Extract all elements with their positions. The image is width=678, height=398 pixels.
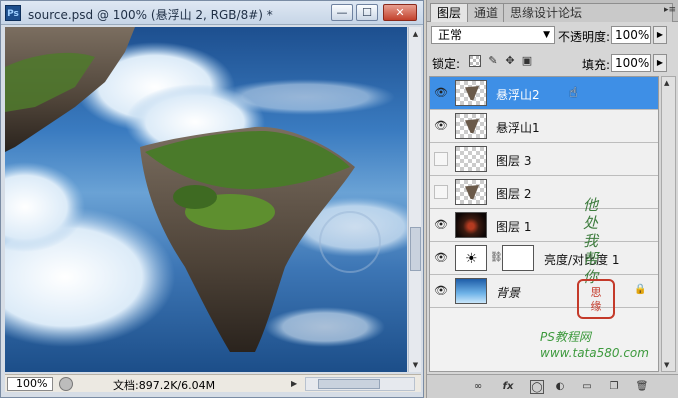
vertical-scrollbar[interactable]: ▲ ▼ (408, 27, 421, 372)
visibility-toggle-off[interactable] (434, 185, 448, 199)
opacity-slider-arrow-icon[interactable]: ▶ (653, 26, 667, 44)
opacity-field[interactable]: 100% (611, 26, 651, 44)
lock-transparency-icon[interactable] (469, 55, 481, 67)
fill-label: 填充: (582, 58, 611, 72)
adjustment-layer-icon: ☀ (455, 245, 487, 271)
tab-forum[interactable]: 思缘设计论坛 (503, 3, 673, 22)
layer-row[interactable]: 图层 3 (430, 143, 658, 176)
layer-list: 👁 悬浮山2 ☝ 👁 悬浮山1 图层 3 图层 2 👁 图层 1 👁 ☀ ⛓ 亮… (429, 76, 659, 372)
new-group-folder-icon[interactable]: ▭ (580, 380, 594, 394)
opacity-label: 不透明度: (558, 30, 611, 44)
visibility-toggle-off[interactable] (434, 152, 448, 166)
layer-name: 图层 1 (496, 220, 532, 234)
blend-mode-value: 正常 (438, 28, 463, 42)
layer-style-fx-icon[interactable]: fx (501, 380, 515, 394)
seal-stamp: 思 缘 (577, 279, 615, 319)
layer-list-scrollbar[interactable]: ▲ ▼ (661, 76, 676, 372)
scroll-down-icon[interactable]: ▼ (410, 359, 421, 371)
close-button[interactable]: ✕ (383, 4, 417, 21)
locked-layer-icon: 🔒 (634, 284, 647, 295)
horizontal-scrollbar[interactable] (305, 377, 415, 391)
layers-panel-footer: ∞ fx ◯ ◐ ▭ ❐ 🗑 (427, 374, 678, 398)
site-name: PS教程网 (540, 330, 591, 344)
status-menu-arrow-icon[interactable]: ▶ (291, 377, 303, 391)
delete-layer-trash-icon[interactable]: 🗑 (635, 380, 649, 394)
visibility-eye-icon[interactable]: 👁 (432, 249, 450, 267)
zoom-level-field[interactable]: 100% (7, 377, 53, 391)
image-canvas[interactable] (5, 27, 407, 372)
layer-name: 背景 (496, 286, 521, 300)
layer-thumbnail (455, 80, 487, 106)
status-bar: 100% 文档:897.2K/6.04M ▶ (5, 374, 421, 392)
status-info-icon[interactable] (59, 377, 73, 391)
layer-row[interactable]: 图层 2 (430, 176, 658, 209)
layer-name: 悬浮山1 (496, 121, 540, 135)
fill-slider-arrow-icon[interactable]: ▶ (653, 54, 667, 72)
panel-menu-icon[interactable]: ▸≡ (664, 5, 676, 15)
layer-row[interactable]: 👁 悬浮山2 ☝ (430, 77, 658, 110)
lock-pixels-brush-icon[interactable]: ✎ (487, 55, 499, 67)
site-watermark: PS教程网 www.tata580.com (540, 329, 649, 361)
layer-row[interactable]: 👁 图层 1 (430, 209, 658, 242)
photoshop-app-icon: Ps (5, 5, 21, 21)
mask-link-chain-icon[interactable]: ⛓ (490, 252, 503, 263)
visibility-eye-icon[interactable]: 👁 (432, 84, 450, 102)
layer-name: 亮度/对比度 1 (544, 253, 620, 267)
layer-row[interactable]: 👁 悬浮山1 (430, 110, 658, 143)
layer-thumbnail (455, 146, 487, 172)
horizontal-scroll-thumb[interactable] (318, 379, 380, 389)
scroll-up-icon[interactable]: ▲ (664, 79, 669, 87)
new-layer-icon[interactable]: ❐ (607, 380, 621, 394)
handwritten-watermark: 他 处 我 帮 你 (583, 196, 599, 286)
panel-tab-bar: 图层 通道 思缘设计论坛 ▸≡ (427, 0, 678, 22)
lock-label: 锁定: (432, 57, 461, 71)
scroll-up-icon[interactable]: ▲ (410, 28, 421, 40)
vertical-scroll-thumb[interactable] (410, 227, 421, 271)
tab-layers[interactable]: 图层 (430, 3, 469, 22)
add-mask-icon[interactable]: ◯ (530, 380, 544, 394)
layer-thumbnail (455, 179, 487, 205)
floating-mountain-artwork (5, 27, 407, 353)
scroll-down-icon[interactable]: ▼ (664, 361, 669, 369)
layer-name: 图层 2 (496, 187, 532, 201)
layer-name: 图层 3 (496, 154, 532, 168)
link-layers-icon[interactable]: ∞ (471, 380, 485, 394)
layer-name: 悬浮山2 (496, 88, 540, 102)
blend-mode-select[interactable]: 正常 ▼ (431, 26, 555, 44)
layer-thumbnail (455, 113, 487, 139)
document-window: Ps source.psd @ 100% (悬浮山 2, RGB/8#) * —… (0, 0, 424, 398)
maximize-button[interactable]: ☐ (356, 4, 378, 21)
adjustment-layer-icon[interactable]: ◐ (553, 380, 567, 394)
layer-thumbnail (455, 278, 487, 304)
fill-field[interactable]: 100% (611, 54, 651, 72)
visibility-eye-icon[interactable]: 👁 (432, 282, 450, 300)
layer-mask-thumbnail (502, 245, 534, 271)
layer-row[interactable]: 👁 ☀ ⛓ 亮度/对比度 1 (430, 242, 658, 275)
lock-all-icon[interactable]: ▣ (521, 55, 533, 67)
visibility-eye-icon[interactable]: 👁 (432, 117, 450, 135)
chevron-down-icon: ▼ (543, 30, 550, 40)
layer-thumbnail (455, 212, 487, 238)
hand-cursor-icon: ☝ (569, 85, 578, 101)
document-size-info: 文档:897.2K/6.04M (113, 379, 216, 392)
layer-row[interactable]: 👁 背景 🔒 (430, 275, 658, 308)
lock-position-move-icon[interactable]: ✥ (504, 55, 516, 67)
document-title: source.psd @ 100% (悬浮山 2, RGB/8#) * (28, 8, 273, 22)
tab-channels[interactable]: 通道 (467, 3, 506, 22)
minimize-button[interactable]: — (331, 4, 353, 21)
site-url: www.tata580.com (540, 346, 649, 360)
document-title-bar[interactable]: Ps source.psd @ 100% (悬浮山 2, RGB/8#) * —… (1, 1, 423, 25)
visibility-eye-icon[interactable]: 👁 (432, 216, 450, 234)
